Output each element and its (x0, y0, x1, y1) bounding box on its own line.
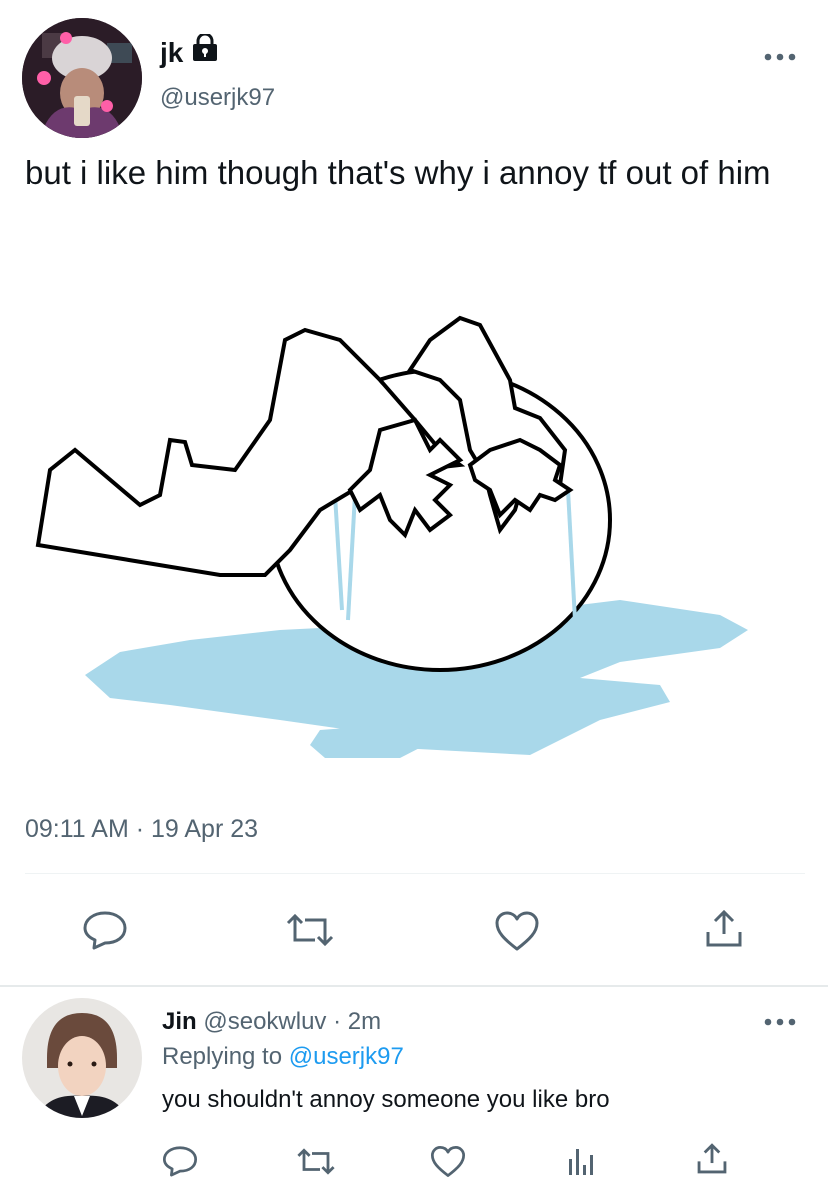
share-icon[interactable] (703, 908, 745, 950)
section-divider (0, 985, 828, 987)
replying-to-handle[interactable]: @userjk97 (289, 1043, 404, 1070)
author-name[interactable]: jk (160, 37, 183, 69)
reply-author-avatar[interactable] (22, 998, 142, 1118)
reply-separator: · (333, 1008, 342, 1035)
retweet-icon[interactable] (296, 1147, 336, 1176)
reply-time[interactable]: 2m (348, 1008, 381, 1035)
tweet-text: but i like him though that's why i annoy… (25, 154, 771, 191)
reply-text: you shouldn't annoy someone you like bro (162, 1086, 610, 1113)
like-icon[interactable] (494, 910, 540, 952)
views-icon[interactable] (565, 1145, 597, 1177)
author-avatar[interactable] (22, 18, 142, 138)
reply-author-name[interactable]: Jin (162, 1008, 197, 1035)
reply-icon[interactable] (162, 1145, 198, 1177)
replying-to: Replying to @userjk97 (162, 1043, 404, 1071)
like-icon[interactable] (430, 1145, 466, 1178)
author-handle[interactable]: @userjk97 (160, 84, 275, 112)
replying-to-label: Replying to (162, 1043, 283, 1070)
reply-author-handle[interactable]: @seokwluv (203, 1008, 326, 1035)
retweet-icon[interactable] (285, 912, 335, 948)
reply-icon[interactable] (82, 910, 128, 950)
divider (25, 873, 805, 874)
lock-icon (192, 32, 218, 67)
reply-header: Jin @seokwluv · 2m (162, 1008, 381, 1036)
tweet-timestamp[interactable]: 09:11 AM · 19 Apr 23 (25, 815, 258, 844)
more-options-icon[interactable] (763, 50, 797, 68)
tweet-image[interactable] (20, 300, 760, 780)
share-icon[interactable] (695, 1142, 729, 1176)
more-options-icon[interactable] (763, 1015, 797, 1033)
